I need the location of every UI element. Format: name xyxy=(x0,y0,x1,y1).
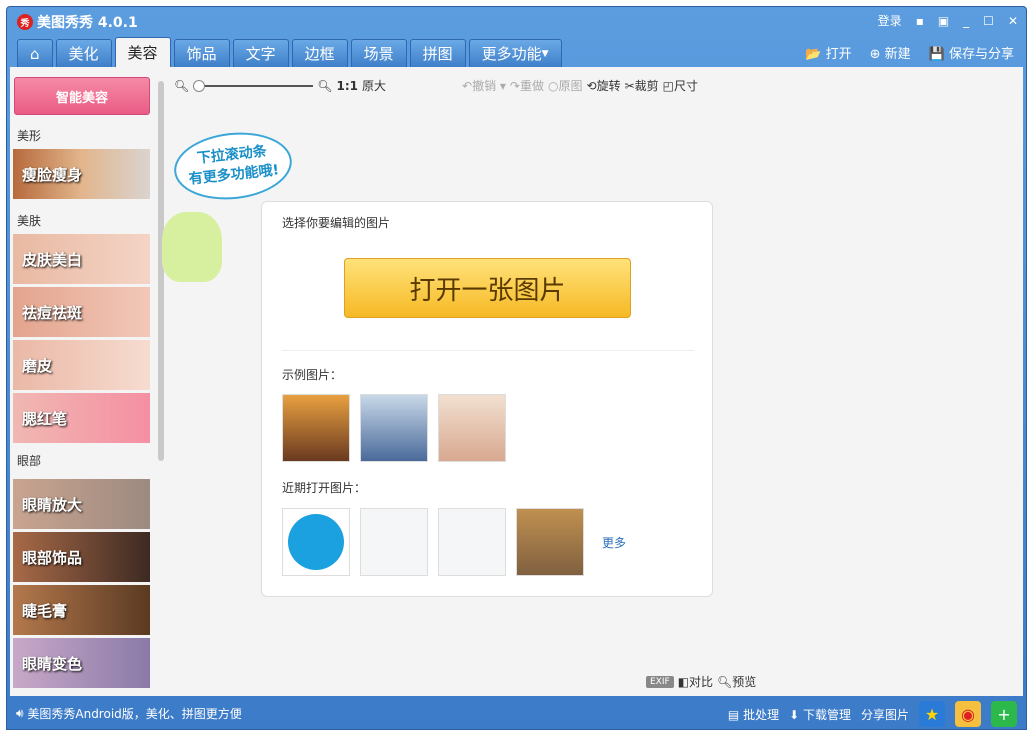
weibo-icon[interactable]: ◉ xyxy=(955,701,981,727)
actual-size-label[interactable]: 1:1 xyxy=(336,79,358,93)
menu-icon[interactable]: ▣ xyxy=(938,14,949,28)
zoom-slider-handle[interactable] xyxy=(193,79,206,92)
scrollbar-thumb[interactable] xyxy=(158,81,164,461)
example-thumbnail[interactable] xyxy=(438,394,506,462)
section-label: 美形 xyxy=(17,129,42,143)
sidebar-item[interactable]: 磨皮 xyxy=(13,340,150,390)
new-label: 新建 xyxy=(884,47,911,62)
tab-collage[interactable]: 拼图 xyxy=(409,39,466,67)
app-window: 秀美图秀秀 4.0.1 登录 ▪ ▣ _ ☐ ✕ ⌂ 美化 美容 饰品 文字 边… xyxy=(6,6,1027,730)
size-label: 尺寸 xyxy=(674,79,699,93)
share-label: 分享图片 xyxy=(860,707,909,722)
window-title: 美图秀秀 4.0.1 xyxy=(37,15,138,31)
tab-scene[interactable]: 场景 xyxy=(350,39,407,67)
login-link[interactable]: 登录 xyxy=(878,12,902,29)
section-label: 眼部 xyxy=(17,454,42,468)
smart-beauty-button[interactable]: 智能美容 xyxy=(14,77,150,115)
original-label: 原图 xyxy=(558,79,583,93)
main-area: 智能美容 美形 瘦脸瘦身 美肤 皮肤美白 祛痘祛斑 磨皮 腮红笔 眼部 眼睛放大… xyxy=(10,67,1023,696)
recent-thumbnail[interactable] xyxy=(516,508,584,576)
undo-label: 撤销 xyxy=(472,79,497,93)
open-image-button[interactable]: 打开一张图片 xyxy=(344,258,631,318)
feedback-icon[interactable]: ▪ xyxy=(916,14,924,28)
example-thumbnail[interactable] xyxy=(360,394,428,462)
sidebar-item[interactable]: 睫毛膏 xyxy=(13,585,150,635)
compare-label: 对比 xyxy=(689,675,714,689)
divider xyxy=(282,350,694,351)
tab-beauty[interactable]: 美容 xyxy=(114,37,171,67)
tab-text[interactable]: 文字 xyxy=(232,39,289,67)
exif-button[interactable]: EXIF xyxy=(646,675,674,688)
new-button[interactable]: ⊕ 新建 xyxy=(870,43,911,62)
mascot-image xyxy=(162,212,222,282)
download-label: 下载管理 xyxy=(802,707,851,722)
qzone-icon[interactable]: ★ xyxy=(919,701,945,727)
recent-thumbnail[interactable] xyxy=(438,508,506,576)
recent-thumbnail[interactable] xyxy=(282,508,350,576)
batch-label: 批处理 xyxy=(743,707,780,722)
tab-more[interactable]: 更多功能 ▼ xyxy=(468,39,562,67)
redo-label: 重做 xyxy=(519,79,544,93)
section-label: 美肤 xyxy=(17,214,42,228)
download-manager-button[interactable]: ⬇ 下载管理 xyxy=(789,706,851,723)
preview-button[interactable]: 🔍︎预览 xyxy=(717,673,756,690)
open-label: 打开 xyxy=(825,47,852,62)
hint-bubble: 下拉滚动条 有更多功能哦! xyxy=(170,127,296,205)
dropdown-arrow-icon: ▼ xyxy=(541,48,549,59)
open-button[interactable]: 📂 打开 xyxy=(805,43,851,62)
start-panel: 选择你要编辑的图片 打开一张图片 示例图片： 近期打开图片： 更多 xyxy=(261,201,713,597)
add-share-icon[interactable]: + xyxy=(991,701,1017,727)
sidebar: 智能美容 美形 瘦脸瘦身 美肤 皮肤美白 祛痘祛斑 磨皮 腮红笔 眼部 眼睛放大… xyxy=(12,69,157,694)
rotate-button[interactable]: ⟲旋转 xyxy=(587,77,621,94)
minimize-button[interactable]: _ xyxy=(963,14,969,28)
close-button[interactable]: ✕ xyxy=(1008,14,1018,28)
crop-label: 裁剪 xyxy=(634,79,659,93)
zoom-slider[interactable] xyxy=(193,79,314,92)
tab-beautify[interactable]: 美化 xyxy=(55,39,112,67)
hp-logo-icon xyxy=(288,514,344,570)
example-thumbnail[interactable] xyxy=(282,394,350,462)
prompt-text: 选择你要编辑的图片 xyxy=(282,216,391,230)
tab-more-label: 更多功能 xyxy=(481,45,542,63)
original-button[interactable]: ○原图 xyxy=(548,77,583,94)
zoom-out-icon[interactable]: 🔍︎ xyxy=(174,79,189,93)
examples-label: 示例图片： xyxy=(282,368,343,382)
batch-button[interactable]: ▤ 批处理 xyxy=(728,706,779,723)
sidebar-item[interactable]: 皮肤美白 xyxy=(13,234,150,284)
sidebar-item[interactable]: 眼部饰品 xyxy=(13,532,150,582)
sidebar-item[interactable]: 腮红笔 xyxy=(13,393,150,443)
status-bar: 🔊︎ 美图秀秀Android版，美化、拼图更方便 ▤ 批处理 ⬇ 下载管理 分享… xyxy=(10,699,1023,727)
preview-label: 预览 xyxy=(732,675,757,689)
compare-button[interactable]: ◧对比 xyxy=(678,673,713,690)
rotate-label: 旋转 xyxy=(596,79,621,93)
save-share-button[interactable]: 💾 保存与分享 xyxy=(929,43,1014,62)
speaker-icon: 🔊︎ xyxy=(16,705,28,720)
status-message[interactable]: 美图秀秀Android版，美化、拼图更方便 xyxy=(27,705,241,722)
tab-accessories[interactable]: 饰品 xyxy=(173,39,230,67)
recent-label: 近期打开图片： xyxy=(282,481,367,495)
sidebar-item[interactable]: 瘦脸瘦身 xyxy=(13,149,150,199)
sidebar-item[interactable]: 眼睛放大 xyxy=(13,479,150,529)
original-size-button[interactable]: 原大 xyxy=(362,77,386,94)
tab-frame[interactable]: 边框 xyxy=(291,39,348,67)
zoom-control: 🔍︎ 🔍︎ 1:1 原大 xyxy=(174,77,386,94)
save-share-label: 保存与分享 xyxy=(948,47,1014,62)
tab-home[interactable]: ⌂ xyxy=(17,39,53,67)
redo-button[interactable]: ↷重做 xyxy=(510,77,544,94)
home-icon: ⌂ xyxy=(30,44,40,63)
title-bar: 秀美图秀秀 4.0.1 xyxy=(17,12,138,32)
sidebar-item[interactable]: 眼睛变色 xyxy=(13,638,150,688)
crop-button[interactable]: ✂裁剪 xyxy=(625,77,659,94)
sidebar-item[interactable]: 祛痘祛斑 xyxy=(13,287,150,337)
recent-thumbnail[interactable] xyxy=(360,508,428,576)
app-logo-icon: 秀 xyxy=(17,14,33,30)
size-button[interactable]: ◰尺寸 xyxy=(663,77,698,94)
maximize-button[interactable]: ☐ xyxy=(983,14,994,28)
sidebar-scrollbar[interactable] xyxy=(158,71,164,691)
undo-button[interactable]: ↶撤销 ▾ xyxy=(462,77,506,94)
zoom-in-icon[interactable]: 🔍︎ xyxy=(317,79,332,93)
more-link[interactable]: 更多 xyxy=(602,534,626,551)
